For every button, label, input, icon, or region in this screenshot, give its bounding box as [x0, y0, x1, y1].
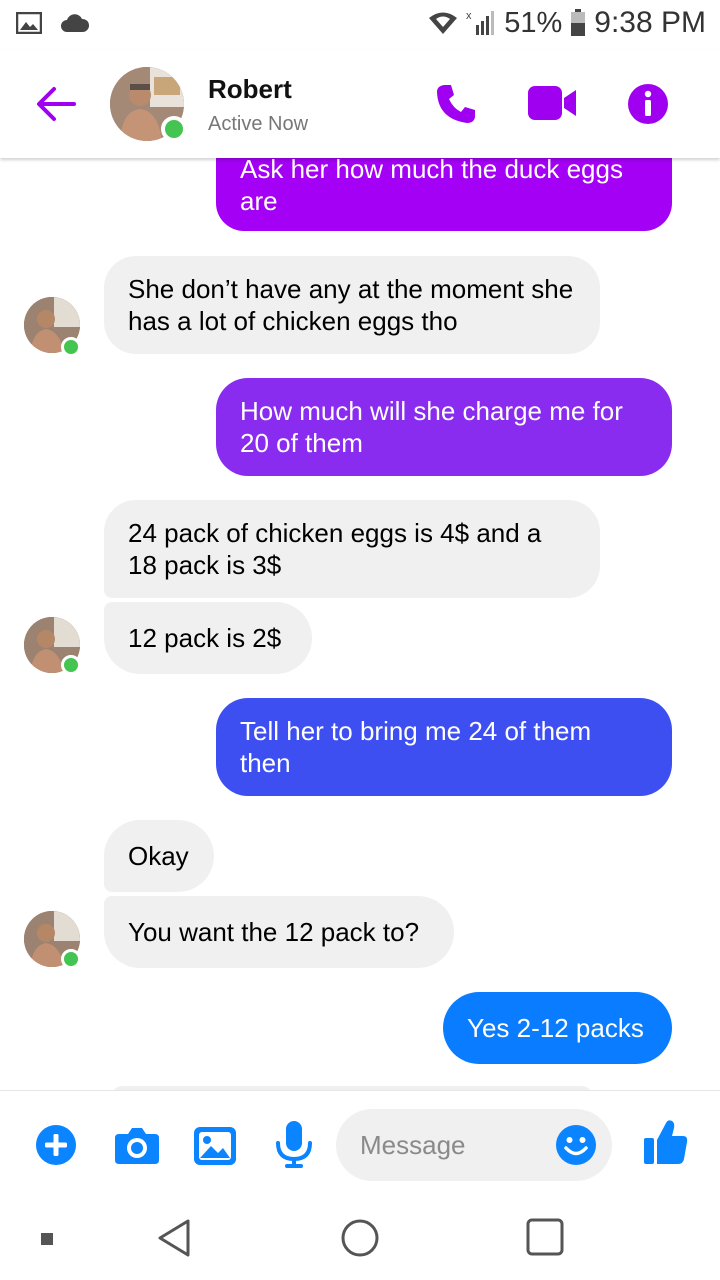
message-text: Tell her to bring me 24 of them then [240, 716, 592, 778]
emoji-icon[interactable] [556, 1125, 596, 1165]
clock-time: 9:38 PM [594, 6, 706, 39]
message-outgoing[interactable]: Yes 2-12 packs [443, 992, 672, 1064]
back-arrow-icon[interactable] [34, 84, 78, 124]
active-status-dot [161, 116, 187, 142]
message-incoming[interactable]: You want the 12 pack to? [104, 896, 454, 968]
info-icon[interactable] [628, 84, 668, 124]
message-text: Yes 2-12 packs [467, 1013, 644, 1043]
message-text: You want the 12 pack to? [128, 917, 420, 947]
message-incoming[interactable]: 12 pack is 2$ [104, 602, 312, 674]
system-navigation-bar [0, 1198, 720, 1280]
phone-icon[interactable] [434, 82, 478, 126]
message-outgoing[interactable]: How much will she charge me for 20 of th… [216, 378, 672, 476]
home-circle-icon[interactable] [340, 1218, 380, 1258]
microphone-icon[interactable] [274, 1121, 314, 1169]
message-text: She don’t have any at the moment she has… [128, 274, 574, 336]
active-status-dot [61, 655, 81, 675]
battery-icon [571, 9, 586, 36]
message-thread[interactable]: Ask her how much the duck eggs are She d… [0, 158, 720, 1090]
message-incoming[interactable]: 24 pack of chicken eggs is 4$ and a 18 p… [104, 500, 600, 598]
svg-text:x: x [466, 10, 472, 22]
signal-icon: x [466, 10, 495, 35]
recent-apps-square-icon[interactable] [40, 1232, 54, 1246]
thumbs-up-icon[interactable] [644, 1119, 688, 1165]
message-text: Ask her how much the duck eggs are [240, 158, 623, 216]
back-triangle-icon[interactable] [156, 1218, 192, 1258]
plus-icon[interactable] [36, 1125, 76, 1165]
message-outgoing[interactable]: Tell her to bring me 24 of them then [216, 698, 672, 796]
active-status-dot [61, 337, 81, 357]
image-notification-icon [16, 12, 42, 34]
contact-name[interactable]: Robert [208, 74, 292, 105]
message-incoming[interactable]: She don’t have any at the moment she has… [104, 256, 600, 354]
camera-icon[interactable] [114, 1127, 160, 1165]
cloud-icon [61, 14, 90, 32]
status-bar: x 51% 9:38 PM [0, 0, 720, 50]
message-text: 24 pack of chicken eggs is 4$ and a 18 p… [128, 518, 542, 580]
gallery-icon[interactable] [194, 1127, 236, 1165]
message-text: Okay [128, 841, 189, 871]
message-composer [0, 1090, 720, 1198]
video-camera-icon[interactable] [528, 86, 578, 120]
message-incoming[interactable]: Okay [104, 820, 214, 892]
message-text: 12 pack is 2$ [128, 623, 282, 653]
contact-status: Active Now [208, 113, 309, 135]
message-text: How much will she charge me for 20 of th… [240, 396, 623, 458]
conversation-header: Robert Active Now [0, 50, 720, 158]
battery-percent: 51% [504, 6, 563, 39]
message-outgoing[interactable]: Ask her how much the duck eggs are [216, 158, 672, 231]
overview-square-icon[interactable] [526, 1218, 564, 1256]
wifi-icon [429, 12, 458, 34]
active-status-dot [61, 949, 81, 969]
